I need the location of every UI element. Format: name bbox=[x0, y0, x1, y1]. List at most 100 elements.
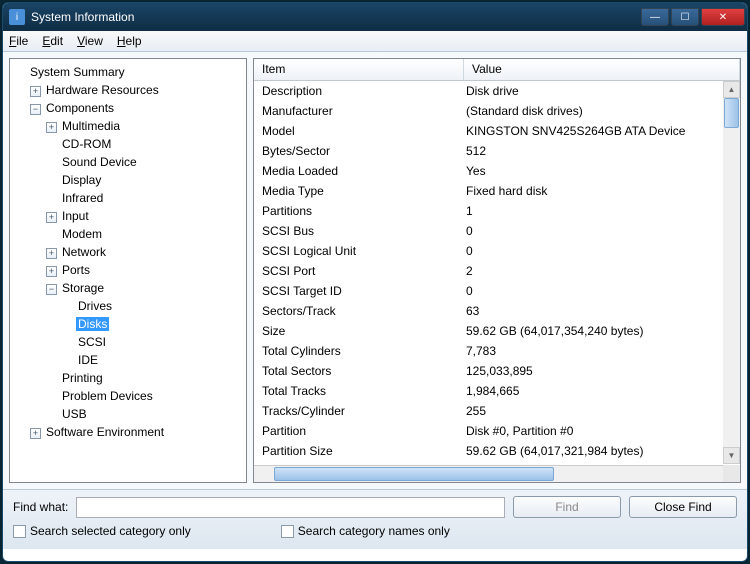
collapse-icon[interactable]: − bbox=[30, 104, 41, 115]
tree-usb[interactable]: USB bbox=[46, 405, 246, 423]
tree-label: Infrared bbox=[60, 191, 105, 205]
table-row[interactable]: Partition Size59.62 GB (64,017,321,984 b… bbox=[254, 441, 740, 461]
tree-disks[interactable]: Disks bbox=[62, 315, 246, 333]
tree-sound-device[interactable]: Sound Device bbox=[46, 153, 246, 171]
tree-label: Multimedia bbox=[60, 119, 122, 133]
tree-label: Problem Devices bbox=[60, 389, 155, 403]
titlebar[interactable]: i System Information — ☐ ✕ bbox=[3, 3, 747, 31]
menu-edit[interactable]: Edit bbox=[42, 34, 63, 48]
tree-ports[interactable]: +Ports bbox=[46, 261, 246, 279]
window-title: System Information bbox=[31, 10, 641, 24]
tree-storage[interactable]: −Storage Drives Disks SCSI IDE bbox=[46, 279, 246, 369]
maximize-button[interactable]: ☐ bbox=[671, 8, 699, 26]
table-row[interactable]: Manufacturer(Standard disk drives) bbox=[254, 101, 740, 121]
window-buttons: — ☐ ✕ bbox=[641, 8, 745, 26]
tree-network[interactable]: +Network bbox=[46, 243, 246, 261]
tree-ide[interactable]: IDE bbox=[62, 351, 246, 369]
table-row[interactable]: ModelKINGSTON SNV425S264GB ATA Device bbox=[254, 121, 740, 141]
table-row[interactable]: SCSI Logical Unit0 bbox=[254, 241, 740, 261]
find-input[interactable] bbox=[76, 497, 505, 518]
tree-label: CD-ROM bbox=[60, 137, 113, 151]
table-row[interactable]: Media TypeFixed hard disk bbox=[254, 181, 740, 201]
table-row[interactable]: Total Tracks1,984,665 bbox=[254, 381, 740, 401]
row-item: Model bbox=[254, 122, 464, 140]
tree-pane[interactable]: System Summary +Hardware Resources −Comp… bbox=[9, 58, 247, 483]
tree-input[interactable]: +Input bbox=[46, 207, 246, 225]
table-row[interactable]: Total Sectors125,033,895 bbox=[254, 361, 740, 381]
scroll-up-icon[interactable]: ▲ bbox=[723, 81, 740, 98]
tree-label: Disks bbox=[76, 317, 109, 331]
table-row[interactable]: Size59.62 GB (64,017,354,240 bytes) bbox=[254, 321, 740, 341]
table-row[interactable]: Tracks/Cylinder255 bbox=[254, 401, 740, 421]
expand-icon[interactable]: + bbox=[30, 86, 41, 97]
row-item: SCSI Logical Unit bbox=[254, 242, 464, 260]
tree-display[interactable]: Display bbox=[46, 171, 246, 189]
tree-hardware-resources[interactable]: +Hardware Resources bbox=[30, 81, 246, 99]
system-information-window: i System Information — ☐ ✕ File Edit Vie… bbox=[2, 2, 748, 562]
tree-system-summary[interactable]: System Summary +Hardware Resources −Comp… bbox=[14, 63, 246, 441]
vertical-scrollbar[interactable]: ▲ ▼ bbox=[723, 81, 740, 464]
tree-problem-devices[interactable]: Problem Devices bbox=[46, 387, 246, 405]
checkbox-label: Search selected category only bbox=[30, 524, 191, 538]
scroll-down-icon[interactable]: ▼ bbox=[723, 447, 740, 464]
tree-label: IDE bbox=[76, 353, 100, 367]
horizontal-scrollbar[interactable] bbox=[254, 465, 723, 482]
tree-drives[interactable]: Drives bbox=[62, 297, 246, 315]
table-row[interactable]: Partitions1 bbox=[254, 201, 740, 221]
menu-file[interactable]: File bbox=[9, 34, 28, 48]
checkbox-label: Search category names only bbox=[298, 524, 450, 538]
table-row[interactable]: SCSI Port2 bbox=[254, 261, 740, 281]
tree-components[interactable]: −Components +Multimedia CD-ROM Sound Dev… bbox=[30, 99, 246, 423]
search-category-names-checkbox[interactable]: Search category names only bbox=[281, 524, 450, 538]
table-row[interactable]: PartitionDisk #0, Partition #0 bbox=[254, 421, 740, 441]
column-item[interactable]: Item bbox=[254, 59, 464, 80]
tree-cdrom[interactable]: CD-ROM bbox=[46, 135, 246, 153]
scroll-thumb[interactable] bbox=[724, 98, 739, 128]
tree-modem[interactable]: Modem bbox=[46, 225, 246, 243]
table-row[interactable]: Sectors/Track63 bbox=[254, 301, 740, 321]
row-value: 1,984,665 bbox=[464, 382, 740, 400]
table-row[interactable]: SCSI Bus0 bbox=[254, 221, 740, 241]
table-row[interactable]: DescriptionDisk drive bbox=[254, 81, 740, 101]
tree-infrared[interactable]: Infrared bbox=[46, 189, 246, 207]
rows-list[interactable]: DescriptionDisk driveManufacturer(Standa… bbox=[254, 81, 740, 482]
row-value: 63 bbox=[464, 302, 740, 320]
collapse-icon[interactable]: − bbox=[46, 284, 57, 295]
close-button[interactable]: ✕ bbox=[701, 8, 745, 26]
table-row[interactable]: Bytes/Sector512 bbox=[254, 141, 740, 161]
tree-multimedia[interactable]: +Multimedia bbox=[46, 117, 246, 135]
expand-icon[interactable]: + bbox=[46, 122, 57, 133]
search-selected-category-checkbox[interactable]: Search selected category only bbox=[13, 524, 191, 538]
tree-scsi[interactable]: SCSI bbox=[62, 333, 246, 351]
row-item: Partition bbox=[254, 422, 464, 440]
row-item: Total Tracks bbox=[254, 382, 464, 400]
expand-icon[interactable]: + bbox=[46, 212, 57, 223]
menu-view[interactable]: View bbox=[77, 34, 103, 48]
tree-label: Modem bbox=[60, 227, 104, 241]
table-row[interactable]: SCSI Target ID0 bbox=[254, 281, 740, 301]
close-find-button[interactable]: Close Find bbox=[629, 496, 737, 518]
scroll-thumb[interactable] bbox=[274, 467, 554, 481]
body: System Summary +Hardware Resources −Comp… bbox=[3, 52, 747, 489]
row-item: Sectors/Track bbox=[254, 302, 464, 320]
scroll-corner bbox=[723, 465, 740, 482]
row-value: 0 bbox=[464, 282, 740, 300]
column-value[interactable]: Value bbox=[464, 59, 740, 80]
tree-label: Printing bbox=[60, 371, 105, 385]
row-value: 59.62 GB (64,017,321,984 bytes) bbox=[464, 442, 740, 460]
minimize-button[interactable]: — bbox=[641, 8, 669, 26]
find-button[interactable]: Find bbox=[513, 496, 621, 518]
expand-icon[interactable]: + bbox=[30, 428, 41, 439]
table-row[interactable]: Total Cylinders7,783 bbox=[254, 341, 740, 361]
row-value: 255 bbox=[464, 402, 740, 420]
table-row[interactable]: Media LoadedYes bbox=[254, 161, 740, 181]
tree-software-environment[interactable]: +Software Environment bbox=[30, 423, 246, 441]
row-item: Tracks/Cylinder bbox=[254, 402, 464, 420]
tree-label: Software Environment bbox=[44, 425, 166, 439]
menu-help[interactable]: Help bbox=[117, 34, 142, 48]
column-headers: Item Value bbox=[254, 59, 740, 81]
expand-icon[interactable]: + bbox=[46, 266, 57, 277]
tree-label: Input bbox=[60, 209, 91, 223]
expand-icon[interactable]: + bbox=[46, 248, 57, 259]
tree-printing[interactable]: Printing bbox=[46, 369, 246, 387]
